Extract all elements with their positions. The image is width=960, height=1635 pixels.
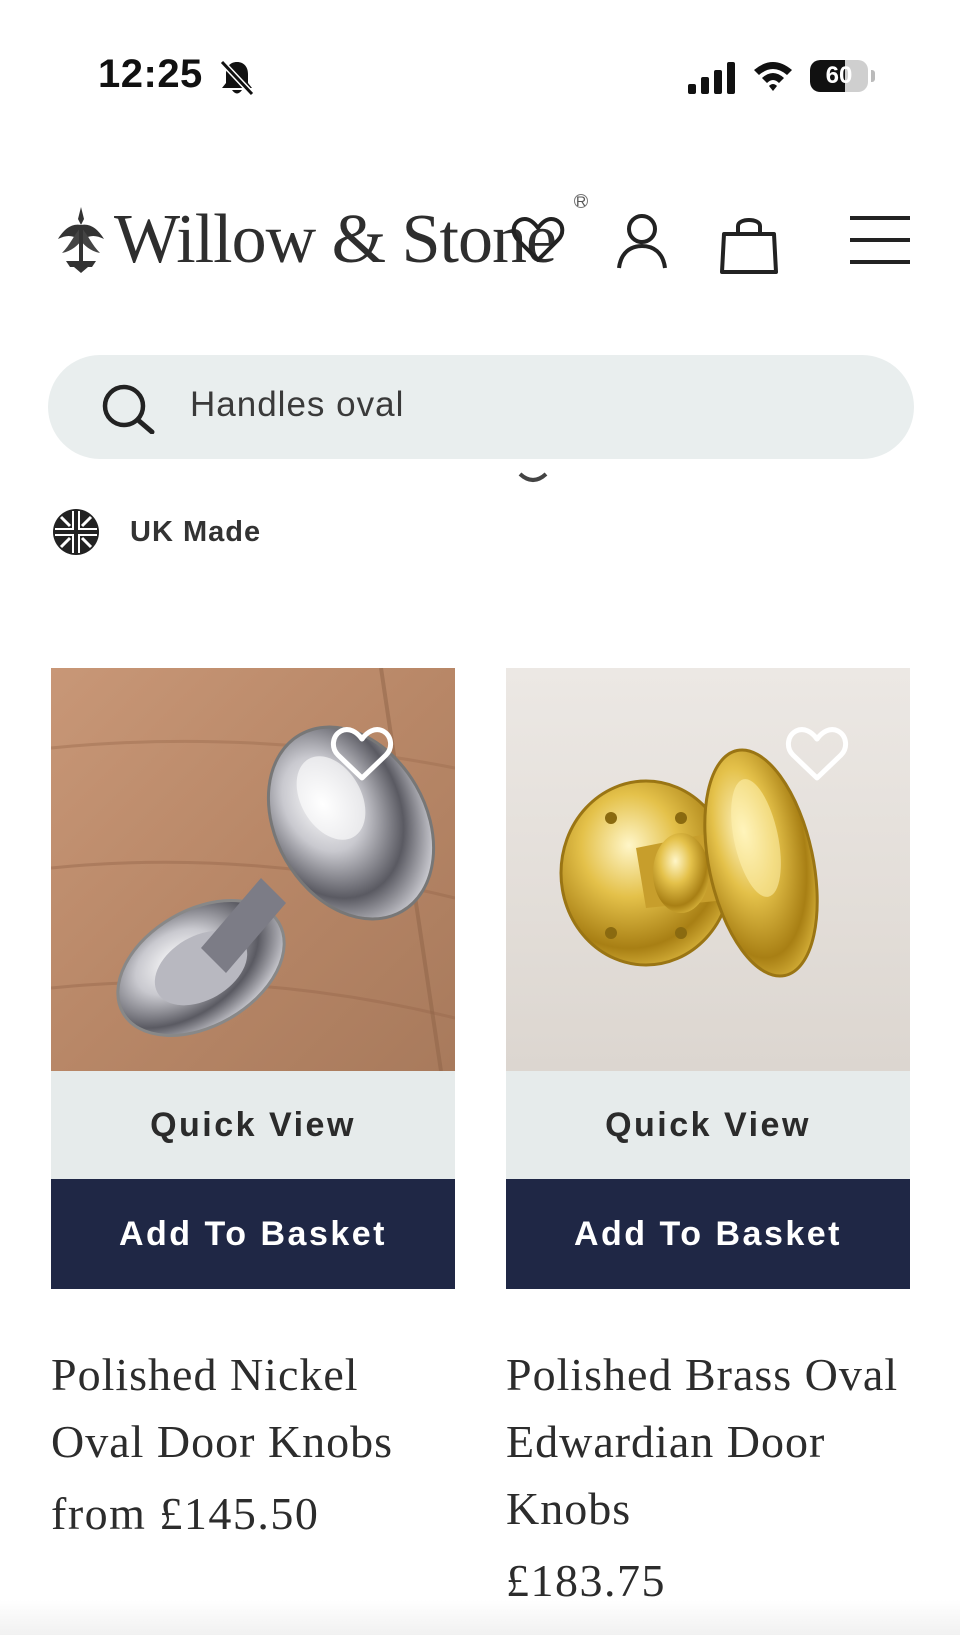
product-name[interactable]: Polished Brass Oval Edwardian Door Knobs — [506, 1341, 910, 1542]
partial-icon-fragment — [518, 472, 548, 482]
product-card[interactable]: Quick View Add To Basket Polished Nickel… — [51, 668, 455, 1540]
union-jack-icon — [53, 509, 99, 555]
account-icon[interactable] — [614, 212, 670, 272]
status-time: 12:25 — [98, 52, 203, 96]
search-icon[interactable] — [100, 382, 158, 434]
bottom-fade — [0, 1600, 960, 1635]
product-card[interactable]: Quick View Add To Basket Polished Brass … — [506, 668, 910, 1607]
shopping-bag-icon[interactable] — [718, 212, 780, 276]
bell-slash-icon — [219, 59, 255, 97]
add-to-basket-button[interactable]: Add To Basket — [51, 1179, 455, 1289]
battery-level: 60 — [825, 62, 853, 89]
site-header: Willow & Stone R — [0, 180, 960, 300]
logo[interactable]: Willow & Stone — [52, 200, 557, 280]
logo-fleur-icon — [58, 207, 104, 273]
product-image[interactable] — [51, 668, 455, 1071]
product-image[interactable] — [506, 668, 910, 1071]
logo-text: Willow & Stone — [114, 201, 557, 278]
wishlist-heart-icon[interactable] — [329, 724, 395, 784]
quick-view-button[interactable]: Quick View — [51, 1071, 455, 1179]
menu-icon[interactable] — [850, 212, 910, 268]
wifi-icon — [754, 62, 792, 91]
add-to-basket-button[interactable]: Add To Basket — [506, 1179, 910, 1289]
status-bar: 12:25 60 — [0, 0, 960, 150]
quick-view-button[interactable]: Quick View — [506, 1071, 910, 1179]
wishlist-heart-icon[interactable] — [784, 724, 850, 784]
uk-made-label: UK Made — [130, 516, 262, 548]
product-name[interactable]: Polished Nickel Oval Door Knobs — [51, 1341, 455, 1475]
registered-mark: R — [574, 193, 588, 209]
battery-icon: 60 — [810, 60, 876, 94]
signal-icon — [688, 62, 735, 94]
product-price: from £145.50 — [51, 1488, 320, 1539]
search-input[interactable]: Handles oval — [190, 385, 404, 425]
search-bar[interactable] — [48, 355, 914, 459]
wishlist-heart-icon[interactable] — [510, 212, 566, 268]
